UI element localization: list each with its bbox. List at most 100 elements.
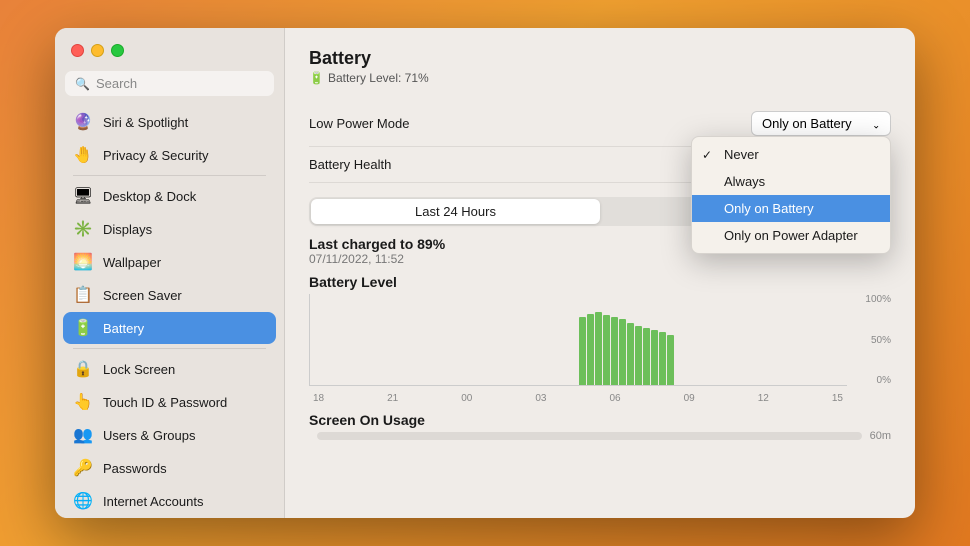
sidebar-item-label: Lock Screen: [103, 362, 175, 377]
search-icon: 🔍: [75, 77, 90, 91]
bar: [635, 326, 642, 385]
bar: [627, 323, 634, 385]
sidebar-item-label: Passwords: [103, 461, 167, 476]
dropdown-option-label: Only on Power Adapter: [724, 228, 858, 243]
usage-max-label: 60m: [870, 430, 891, 442]
x-label-09: 09: [684, 393, 695, 404]
bar: [603, 315, 610, 385]
sidebar-item-users[interactable]: 👥 Users & Groups: [63, 419, 276, 451]
internet-icon: 🌐: [73, 491, 93, 510]
touchid-icon: 👆: [73, 392, 93, 412]
usage-bar-container: [317, 432, 862, 440]
dropdown-option-never[interactable]: Never: [692, 141, 890, 168]
bar: [595, 312, 602, 385]
sidebar: 🔍 Search 🔮 Siri & Spotlight 🤚 Privacy & …: [55, 28, 285, 518]
battery-level-chart: 100% 50% 0% 18 21 00 03 06 09 12 15: [309, 294, 891, 404]
x-label-06: 06: [610, 393, 621, 404]
low-power-mode-dropdown[interactable]: Only on Battery ⌃: [751, 111, 891, 136]
sidebar-item-label: Internet Accounts: [103, 494, 203, 509]
divider: [73, 175, 266, 176]
sidebar-item-touchid[interactable]: 👆 Touch ID & Password: [63, 386, 276, 418]
dropdown-current-value: Only on Battery: [762, 116, 852, 131]
settings-window: 🔍 Search 🔮 Siri & Spotlight 🤚 Privacy & …: [55, 28, 915, 518]
dropdown-option-always[interactable]: Always: [692, 168, 890, 195]
chevron-down-icon: ⌃: [872, 118, 880, 129]
sidebar-item-battery[interactable]: 🔋 Battery: [63, 312, 276, 344]
privacy-icon: 🤚: [73, 145, 93, 165]
x-label-18: 18: [313, 393, 324, 404]
dropdown-option-label: Never: [724, 147, 759, 162]
bar: [611, 317, 618, 385]
sidebar-item-label: Battery: [103, 321, 144, 336]
bar: [619, 319, 626, 385]
sidebar-item-label: Displays: [103, 222, 152, 237]
screensaver-icon: 📋: [73, 285, 93, 305]
bar: [667, 335, 674, 385]
sidebar-item-label: Wallpaper: [103, 255, 161, 270]
sidebar-item-label: Siri & Spotlight: [103, 115, 188, 130]
bar: [651, 330, 658, 385]
chart-y-labels: 100% 50% 0%: [851, 294, 891, 386]
low-power-mode-dropdown-menu: Never Always Only on Battery Only on Pow…: [691, 136, 891, 254]
x-label-00: 00: [461, 393, 472, 404]
divider: [73, 348, 266, 349]
desktop-icon: 🖥: [73, 186, 93, 206]
sidebar-item-screensaver[interactable]: 📋 Screen Saver: [63, 279, 276, 311]
traffic-lights: [55, 40, 284, 71]
sidebar-item-lockscreen[interactable]: 🔒 Lock Screen: [63, 353, 276, 385]
x-label-15: 15: [832, 393, 843, 404]
battery-level-chart-title: Battery Level: [309, 274, 891, 290]
sidebar-item-wallpaper[interactable]: 🌅 Wallpaper: [63, 246, 276, 278]
chart-area: [309, 294, 847, 386]
x-label-21: 21: [387, 393, 398, 404]
sidebar-item-siri[interactable]: 🔮 Siri & Spotlight: [63, 106, 276, 138]
search-bar[interactable]: 🔍 Search: [65, 71, 274, 96]
dropdown-option-only-adapter[interactable]: Only on Power Adapter: [692, 222, 890, 249]
main-content: Battery 🔋 Battery Level: 71% Low Power M…: [285, 28, 915, 518]
battery-inline-icon: 🔋: [309, 71, 324, 85]
wallpaper-icon: 🌅: [73, 252, 93, 272]
sidebar-item-privacy[interactable]: 🤚 Privacy & Security: [63, 139, 276, 171]
battery-level-info: 🔋 Battery Level: 71%: [309, 71, 891, 85]
y-label-100: 100%: [851, 294, 891, 305]
battery-icon: 🔋: [73, 318, 93, 338]
close-button[interactable]: [71, 44, 84, 57]
chart-x-labels: 18 21 00 03 06 09 12 15: [309, 393, 847, 404]
dropdown-option-label: Only on Battery: [724, 201, 814, 216]
sidebar-item-passwords[interactable]: 🔑 Passwords: [63, 452, 276, 484]
siri-icon: 🔮: [73, 112, 93, 132]
low-power-mode-label: Low Power Mode: [309, 116, 409, 131]
maximize-button[interactable]: [111, 44, 124, 57]
y-label-50: 50%: [851, 335, 891, 346]
users-icon: 👥: [73, 425, 93, 445]
screen-usage-title: Screen On Usage: [309, 412, 891, 428]
displays-icon: ✳️: [73, 219, 93, 239]
battery-level-value: Battery Level: 71%: [328, 71, 429, 85]
x-label-12: 12: [758, 393, 769, 404]
sidebar-item-label: Privacy & Security: [103, 148, 208, 163]
x-label-03: 03: [535, 393, 546, 404]
sidebar-items-list: 🔮 Siri & Spotlight 🤚 Privacy & Security …: [55, 106, 284, 510]
sidebar-item-label: Screen Saver: [103, 288, 182, 303]
bar: [643, 328, 650, 385]
sidebar-item-label: Users & Groups: [103, 428, 195, 443]
chart-bars: [579, 294, 848, 385]
sidebar-item-label: Touch ID & Password: [103, 395, 227, 410]
minimize-button[interactable]: [91, 44, 104, 57]
sidebar-item-internet[interactable]: 🌐 Internet Accounts: [63, 485, 276, 510]
bar: [659, 332, 666, 385]
last-charged-date: 07/11/2022, 11:52: [309, 252, 891, 266]
seg-last-24h[interactable]: Last 24 Hours: [311, 199, 600, 224]
sidebar-item-desktop[interactable]: 🖥 Desktop & Dock: [63, 180, 276, 212]
battery-health-label: Battery Health: [309, 157, 391, 172]
sidebar-item-displays[interactable]: ✳️ Displays: [63, 213, 276, 245]
dropdown-option-label: Always: [724, 174, 765, 189]
sidebar-item-label: Desktop & Dock: [103, 189, 196, 204]
lockscreen-icon: 🔒: [73, 359, 93, 379]
dropdown-option-only-battery[interactable]: Only on Battery: [692, 195, 890, 222]
search-placeholder: Search: [96, 76, 137, 91]
bar: [579, 317, 586, 385]
screen-usage-row: 60m: [309, 430, 891, 442]
y-label-0: 0%: [851, 375, 891, 386]
bar: [587, 314, 594, 385]
